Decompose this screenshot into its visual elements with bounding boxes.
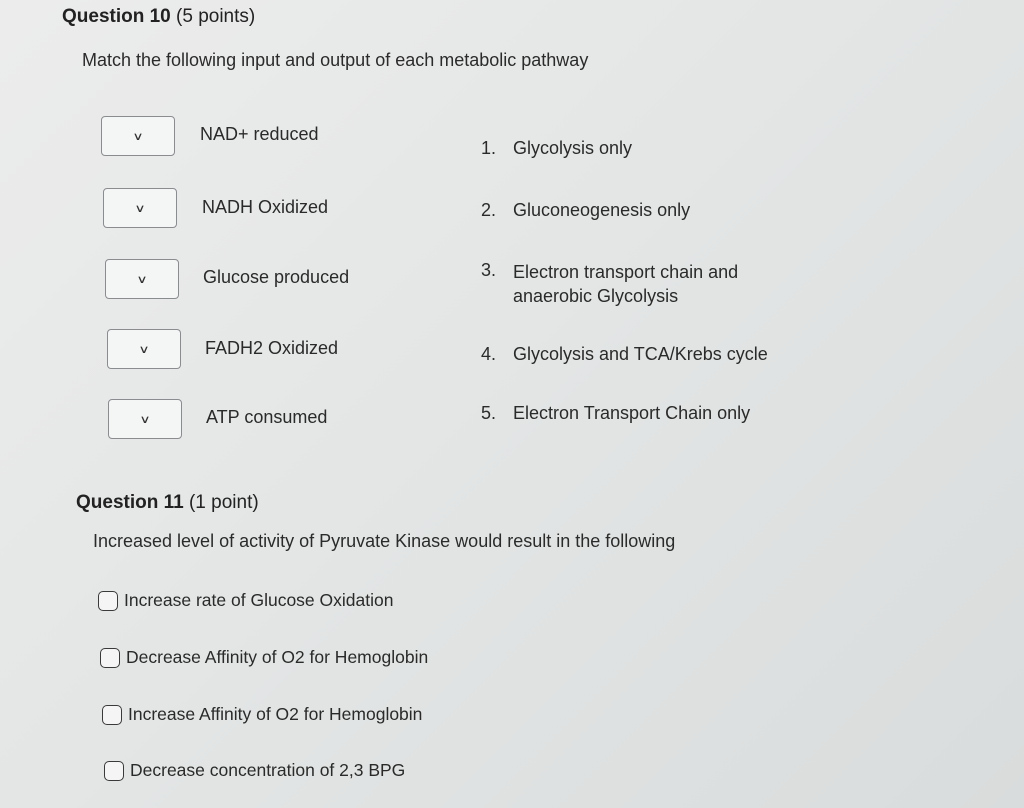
radio-button[interactable] <box>98 590 118 611</box>
option-text-line2: anaerobic Glycolysis <box>513 286 679 306</box>
match-option-4: 4. Glycolysis and TCA/Krebs cycle <box>481 344 768 365</box>
question-10-prompt: Match the following input and output of … <box>82 50 589 70</box>
question-10-title: Question 10 (5 points) <box>62 6 255 28</box>
answer-choice-label: Decrease Affinity of O2 for Hemoglobin <box>126 647 429 667</box>
option-number: 2. <box>481 200 497 220</box>
match-select-1[interactable]: ∨ <box>101 116 175 156</box>
radio-button[interactable] <box>104 760 124 781</box>
answer-choice-label: Increase Affinity of O2 for Hemoglobin <box>128 704 423 724</box>
chevron-down-icon: ∨ <box>136 273 148 286</box>
option-text: Electron transport chain and <box>513 262 739 282</box>
option-number: 5. <box>481 403 497 423</box>
answer-choice-2[interactable]: Decrease Affinity of O2 for Hemoglobin <box>100 647 428 668</box>
option-number: 3. <box>481 260 497 280</box>
option-text: Electron Transport Chain only <box>513 403 751 423</box>
match-select-3[interactable]: ∨ <box>105 259 179 299</box>
answer-choice-1[interactable]: Increase rate of Glucose Oxidation <box>98 590 393 611</box>
match-item-label: Glucose produced <box>203 267 350 287</box>
answer-choice-4[interactable]: Decrease concentration of 2,3 BPG <box>104 760 405 781</box>
match-option-5: 5. Electron Transport Chain only <box>481 403 750 424</box>
option-number: 1. <box>481 138 497 158</box>
match-item-label: NADH Oxidized <box>202 197 329 217</box>
chevron-down-icon: ∨ <box>138 343 150 356</box>
option-text: Gluconeogenesis only <box>513 200 691 220</box>
match-option-3: 3. Electron transport chain and anaerobi… <box>481 260 738 308</box>
match-option-2: 2. Gluconeogenesis only <box>481 200 690 221</box>
answer-choice-label: Increase rate of Glucose Oxidation <box>124 590 394 610</box>
match-option-1: 1. Glycolysis only <box>481 138 632 159</box>
answer-choice-label: Decrease concentration of 2,3 BPG <box>130 760 406 780</box>
option-text: Glycolysis only <box>513 138 633 158</box>
match-item-label: NAD+ reduced <box>200 124 319 144</box>
match-select-5[interactable]: ∨ <box>108 399 182 439</box>
option-number: 4. <box>481 344 497 364</box>
answer-choice-3[interactable]: Increase Affinity of O2 for Hemoglobin <box>102 704 422 725</box>
question-11-number: Question 11 <box>76 492 184 513</box>
question-10-points: (5 points) <box>176 6 256 27</box>
chevron-down-icon: ∨ <box>139 413 151 426</box>
question-11-title: Question 11 (1 point) <box>76 492 259 514</box>
option-text: Glycolysis and TCA/Krebs cycle <box>513 344 768 364</box>
radio-button[interactable] <box>100 647 120 668</box>
chevron-down-icon: ∨ <box>132 130 144 143</box>
match-item-label: FADH2 Oxidized <box>205 338 339 358</box>
match-item-label: ATP consumed <box>206 407 328 427</box>
question-11-prompt: Increased level of activity of Pyruvate … <box>93 531 676 551</box>
question-10-number: Question 10 <box>62 6 171 27</box>
match-select-2[interactable]: ∨ <box>103 188 177 228</box>
radio-button[interactable] <box>102 704 122 725</box>
question-11-points: (1 point) <box>188 492 259 513</box>
chevron-down-icon: ∨ <box>134 202 146 215</box>
match-select-4[interactable]: ∨ <box>107 329 181 369</box>
